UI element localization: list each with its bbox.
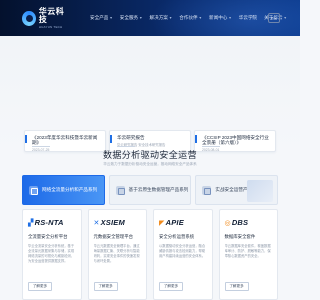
logo[interactable]: 华云科技 HUAYUN TECH bbox=[22, 6, 70, 29]
tab-illustration bbox=[247, 180, 274, 202]
product-card[interactable]: ✕ XSIEM 元数据安全管理平台 华云元数据安全管理平台，通过海量数据汇聚、关联… bbox=[87, 209, 147, 300]
product-card[interactable]: ◎ DBS 数据库安全套件 华云数据库安全套件，覆盖数据库审计、防护、脱敏等能力，… bbox=[218, 209, 278, 300]
product-brand: ◎ DBS bbox=[224, 218, 249, 227]
product-cards: ▞ RS-NTA 全流量安全分析平台 华云全流量安全分析系统，基于全流量元数据采集… bbox=[22, 209, 278, 300]
product-title: 元数据安全管理平台 bbox=[93, 234, 134, 239]
notice-divider bbox=[117, 145, 135, 147]
tab-label: 网络全流量分析和产品系列 bbox=[42, 187, 98, 192]
cloud-icon bbox=[115, 185, 125, 195]
nav-item-solutions[interactable]: 解决方案 ▼ bbox=[150, 15, 173, 21]
nav-item-products[interactable]: 安全产品 ▼ bbox=[90, 15, 113, 21]
product-brand: ✕ XSIEM bbox=[93, 218, 125, 227]
learn-more-button[interactable]: 了解更多 bbox=[159, 282, 183, 291]
top-header: 华云科技 HUAYUN TECH 安全产品 ▼ 安全服务 ▼ 解决方案 ▼ 合作伙伴 ▼… bbox=[0, 0, 300, 36]
notice-title: 华云研究报告 bbox=[117, 135, 145, 140]
learn-more-button[interactable]: 了解更多 bbox=[93, 282, 118, 291]
section-title: 数据分析驱动安全运营 bbox=[102, 150, 197, 160]
logo-name: 华云科技 bbox=[38, 6, 65, 24]
chevron-down-icon: ▼ bbox=[283, 16, 287, 20]
notice-divider bbox=[32, 145, 50, 147]
product-description: 华云元数据安全管理平台，通过海量数据汇聚、关联分析与智能研判，实现安全事件的快速… bbox=[93, 244, 140, 264]
main-nav: 安全产品 ▼ 安全服务 ▼ 解决方案 ▼ 合作伙伴 ▼ 新闻中心 ▼ 华云学院 关于华云 ▼ bbox=[90, 0, 294, 36]
shield-icon bbox=[202, 185, 212, 195]
product-tabs: 网络全流量分析和产品系列 基于云原生数据管理产品系列 实战安全运营产品系列 bbox=[22, 175, 279, 205]
tab-security-operations[interactable]: 实战安全运营产品系列 bbox=[195, 175, 279, 205]
learn-more-button[interactable]: 了解更多 bbox=[224, 282, 249, 291]
tab-traffic-analysis[interactable]: 网络全流量分析和产品系列 bbox=[22, 175, 105, 205]
product-card[interactable]: ▞ RS-NTA 全流量安全分析平台 华云全流量安全分析系统，基于全流量元数据采集… bbox=[22, 209, 82, 300]
product-brand: ◤ APIE bbox=[159, 218, 184, 227]
logo-subtitle: HUAYUN TECH bbox=[38, 24, 63, 29]
brand-mark-icon: ◎ bbox=[224, 219, 231, 227]
learn-more-button[interactable]: 了解更多 bbox=[28, 282, 52, 291]
logo-icon bbox=[22, 10, 36, 26]
notice-title: 《2023年度华云科技暨华云新闻期》 bbox=[32, 135, 98, 146]
network-icon bbox=[29, 185, 38, 195]
language-switch[interactable]: EN bbox=[268, 13, 280, 23]
tab-cloud-native[interactable]: 基于云原生数据管理产品系列 bbox=[108, 175, 192, 205]
product-description: 华云全流量安全分析系统，基于全流量元数据采集与存储，实现网络流量的可视化与威胁检… bbox=[28, 244, 75, 264]
brand-mark-icon: ▞ bbox=[28, 219, 34, 227]
brand-mark-icon: ✕ bbox=[93, 219, 100, 227]
product-title: 全流量安全分析平台 bbox=[28, 234, 68, 239]
hero-banner: 《2023年度华云科技暨华云新闻期》 2023-07-25 华云研究报告 华云研… bbox=[0, 36, 300, 152]
product-title: 安全分析运营系统 bbox=[159, 234, 195, 239]
product-description: 华云数据库安全套件，覆盖数据库审计、防护、脱敏等能力，保障核心数据资产的安全。 bbox=[224, 244, 271, 259]
chevron-down-icon: ▼ bbox=[198, 16, 202, 20]
nav-item-academy[interactable]: 华云学院 bbox=[239, 15, 257, 21]
notice-title: 《CCSIP 2023中国网络安全行业全景册（第六版）》 bbox=[202, 135, 269, 146]
notice-divider bbox=[202, 145, 220, 147]
page: 华云科技 HUAYUN TECH 安全产品 ▼ 安全服务 ▼ 解决方案 ▼ 合作伙伴 ▼… bbox=[0, 0, 300, 300]
product-card[interactable]: ◤ APIE 安全分析运营系统 以数据驱动安全分析运营，融合威胁情报与攻击检测能力… bbox=[153, 209, 213, 300]
chevron-down-icon: ▼ bbox=[168, 16, 173, 20]
nav-item-partners[interactable]: 合作伙伴 ▼ bbox=[179, 15, 202, 21]
nav-item-news[interactable]: 新闻中心 ▼ bbox=[209, 15, 232, 21]
product-brand: ▞ RS-NTA bbox=[28, 218, 64, 227]
product-description: 以数据驱动安全分析运营，融合威胁情报与攻击检测能力，帮助用户构建持续运营的安全体… bbox=[159, 244, 206, 259]
product-title: 数据库安全套件 bbox=[224, 234, 256, 239]
section-subtitle: 华云致力于数据分析驱动安全运营，推动网络安全产品体系 bbox=[103, 162, 197, 166]
chevron-down-icon: ▼ bbox=[228, 16, 232, 20]
tab-label: 基于云原生数据管理产品系列 bbox=[128, 187, 189, 192]
brand-mark-icon: ◤ bbox=[159, 219, 165, 227]
chevron-down-icon: ▼ bbox=[109, 16, 113, 20]
chevron-down-icon: ▼ bbox=[139, 16, 143, 20]
nav-item-services[interactable]: 安全服务 ▼ bbox=[120, 15, 143, 21]
